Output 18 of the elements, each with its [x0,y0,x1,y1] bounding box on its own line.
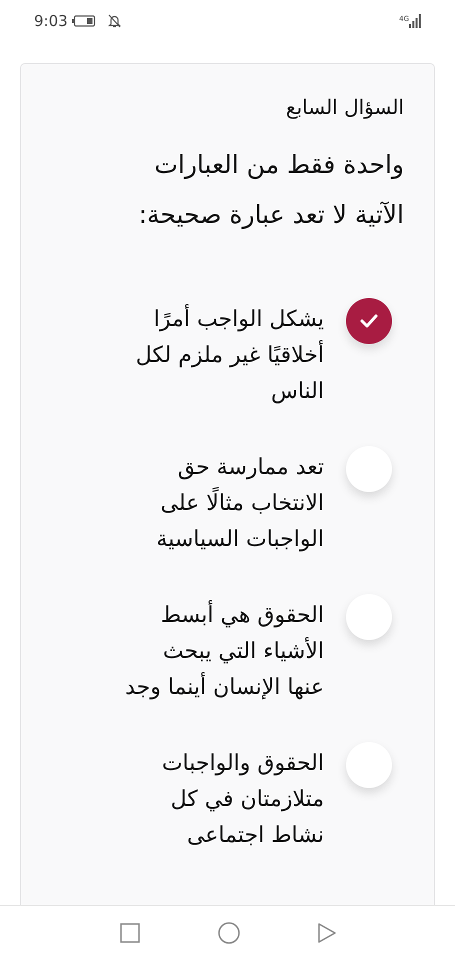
radio-button[interactable] [346,742,392,788]
check-icon [360,314,378,328]
signal-icon [409,14,421,28]
home-icon[interactable] [218,922,240,944]
battery-icon [72,15,96,27]
question-title: السؤال السابع [284,94,404,121]
option-label[interactable]: الحقوق والواجبات متلازمتان في كل نشاط اجتماعى [124,746,324,854]
bell-off-icon [108,14,121,28]
radio-button[interactable] [346,298,392,344]
option-label[interactable]: يشكل الواجب أمرًا أخلاقيًا غير ملزم لكل الناس [124,302,324,410]
option-label[interactable]: الحقوق هي أبسط الأشياء التي يبحث عنها الإنسان أينما وجد [124,598,324,706]
question-text: واحدة فقط من العبارات الآتية لا تعد عبارة صحيحة: [138,149,404,232]
radio-button[interactable] [346,446,392,492]
radio-button[interactable] [346,594,392,640]
recent-apps-icon[interactable] [120,923,140,943]
status-time: 9:03 [34,10,68,32]
back-icon[interactable] [318,923,336,943]
option-label[interactable]: تعد ممارسة حق الانتخاب مثالًا على الواجبات السياسية [124,450,324,558]
